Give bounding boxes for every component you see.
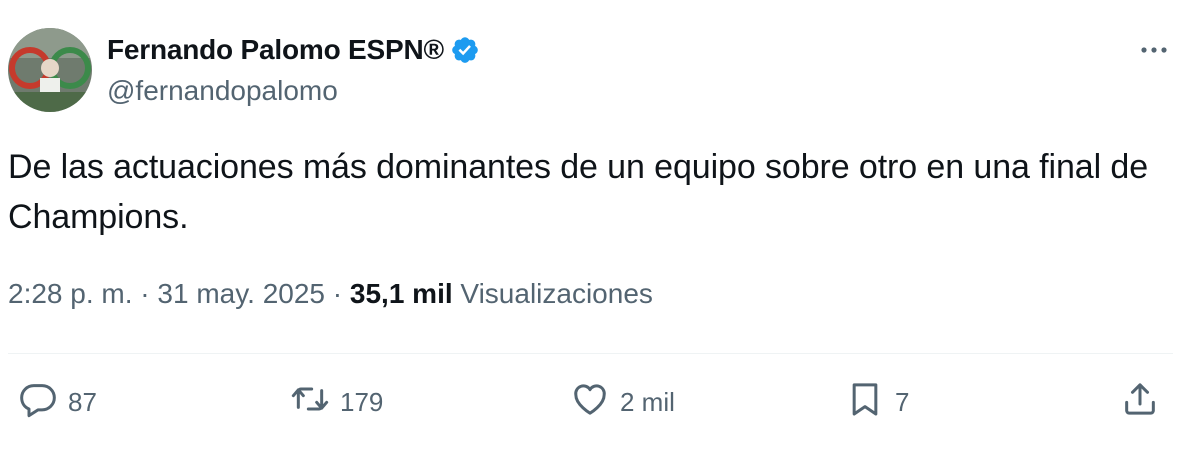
share-button[interactable]	[1120, 380, 1160, 424]
display-name[interactable]: Fernando Palomo ESPN®	[107, 34, 444, 66]
author-handle[interactable]: @fernandopalomo	[107, 75, 338, 107]
views-count: 35,1 mil	[349, 278, 453, 309]
tweet-metadata: 2:28 p. m. · 31 may. 2025 · 35,1 mil Vis…	[8, 278, 653, 310]
share-icon	[1120, 379, 1160, 426]
bookmark-count: 7	[895, 386, 910, 417]
reply-count: 87	[68, 386, 97, 417]
avatar[interactable]	[8, 28, 92, 112]
heart-icon	[570, 379, 610, 426]
tweet-date[interactable]: 31 may. 2025	[157, 278, 325, 309]
tweet-text: De las actuaciones más dominantes de un …	[8, 148, 1149, 236]
bookmark-icon	[845, 379, 885, 426]
tweet-time[interactable]: 2:28 p. m.	[8, 278, 133, 309]
retweet-icon	[290, 379, 330, 426]
reply-icon	[18, 379, 58, 426]
divider	[8, 353, 1173, 354]
avatar-image	[8, 28, 92, 112]
meta-separator: ·	[140, 278, 150, 309]
meta-separator-2: ·	[332, 278, 343, 309]
author-name-row: Fernando Palomo ESPN®	[107, 30, 480, 70]
reply-button[interactable]: 87	[18, 380, 97, 424]
bookmark-button[interactable]: 7	[845, 380, 909, 424]
verified-badge-icon[interactable]	[450, 35, 480, 65]
like-count: 2 mil	[620, 386, 675, 417]
retweet-button[interactable]: 179	[290, 380, 383, 424]
views-label: Visualizaciones	[460, 278, 653, 309]
tweet-card: Fernando Palomo ESPN® @fernandopalomo De…	[0, 0, 1200, 451]
more-options-icon[interactable]	[1138, 34, 1170, 66]
like-button[interactable]: 2 mil	[570, 380, 675, 424]
retweet-count: 179	[340, 386, 384, 417]
